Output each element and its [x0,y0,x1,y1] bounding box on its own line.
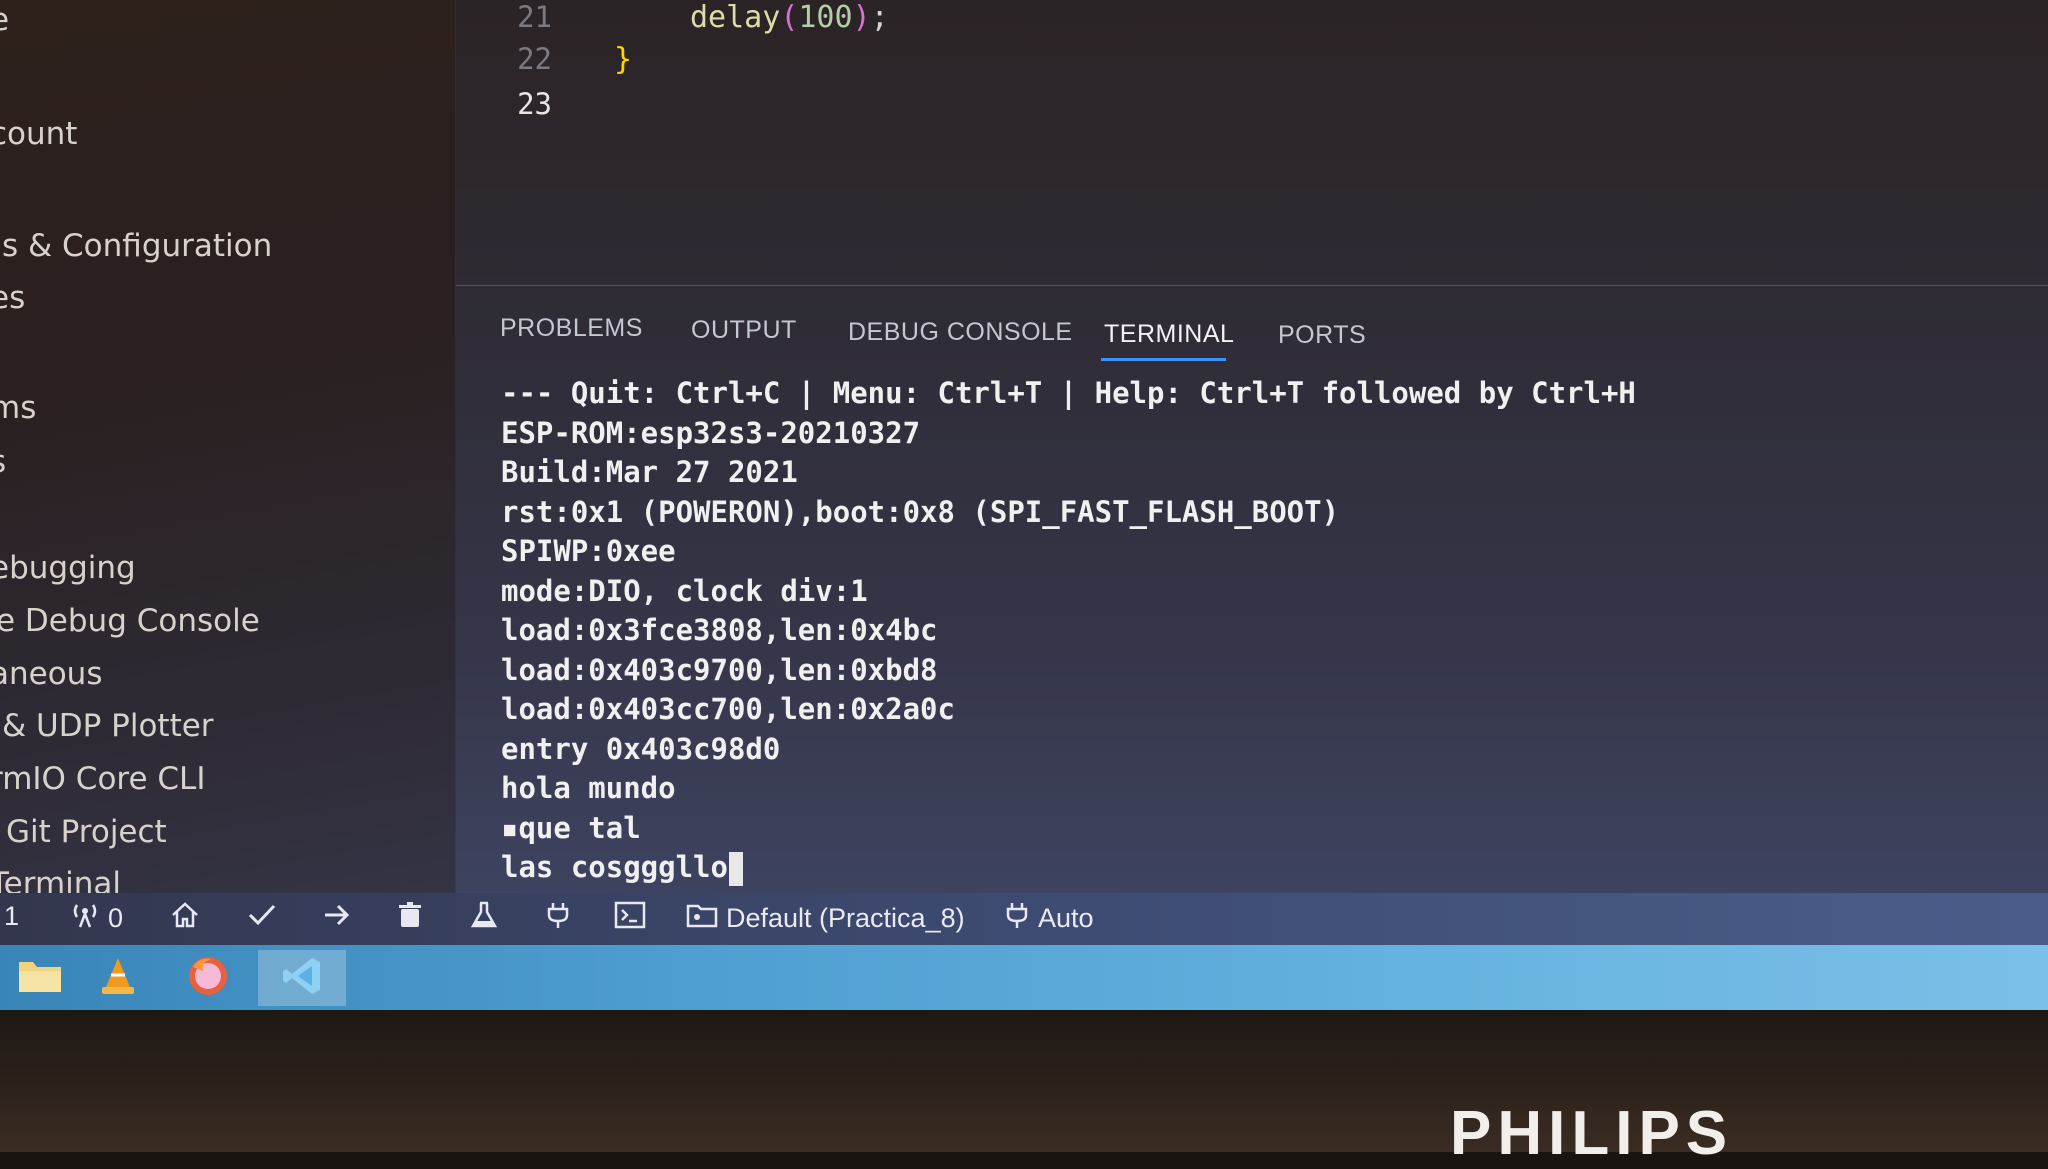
plug-icon [545,901,571,936]
errors-indicator[interactable]: 1 [4,901,19,932]
sidebar-item[interactable]: ms [0,390,36,426]
sidebar-item[interactable]: s & Configuration [2,228,272,264]
port-auto-switcher[interactable]: Auto [1004,901,1094,936]
code-token-function: delay [690,0,781,35]
taskbar-app-vlc[interactable] [78,950,158,1006]
antenna-icon [70,901,100,936]
sidebar-item[interactable]: rmIO Core CLI [0,761,205,797]
sidebar-item[interactable]: e [0,2,9,38]
trash-icon [396,901,424,936]
tab-ports[interactable]: PORTS [1278,321,1366,350]
code-line[interactable]: delay(100); [690,0,889,35]
terminal-line: load:0x3fce3808,len:0x4bc [501,613,938,647]
env-label: Default (Practica_8) [726,903,965,933]
ports-count: 0 [108,903,124,933]
terminal-line: mode:DIO, clock div:1 [501,573,868,608]
build-button[interactable] [247,901,277,936]
firefox-icon [185,953,231,1003]
ports-indicator[interactable]: 0 [70,901,123,936]
line-number: 22 [517,42,552,76]
vlc-icon [97,955,139,1001]
code-token-paren: ( [780,0,799,35]
check-icon [247,901,277,936]
test-button[interactable] [470,901,498,936]
tab-output[interactable]: OUTPUT [691,316,797,345]
tab-problems[interactable]: PROBLEMS [500,314,643,343]
flask-icon [470,901,498,936]
text-cursor [728,852,743,886]
tab-debug-console[interactable]: DEBUG CONSOLE [848,318,1073,347]
terminal-input-text: las cosgggllo [501,850,728,884]
taskbar [0,945,2048,1010]
terminal-line: load:0x403c9700,len:0xbd8 [501,652,938,687]
terminal-line: --- Quit: Ctrl+C | Menu: Ctrl+T | Help: … [501,376,1636,410]
bottom-panel: PROBLEMS OUTPUT DEBUG CONSOLE TERMINAL P… [456,285,2048,916]
sidebar-item[interactable]: e Debug Console [0,603,260,639]
taskbar-app-vscode[interactable] [258,950,346,1006]
active-tab-indicator [1101,358,1226,361]
clean-button[interactable] [396,901,424,936]
sidebar-item[interactable]: ebugging [0,550,136,586]
code-editor[interactable]: 21 22 23 delay(100); } [456,0,2048,285]
terminal-line: SPIWP:0xee [501,534,676,568]
sidebar-item[interactable]: s [0,444,6,480]
home-icon [170,901,200,936]
project-env-switcher[interactable]: Default (Practica_8) [686,901,965,936]
sidebar-item[interactable]: count [0,116,77,152]
home-button[interactable] [170,901,200,936]
errors-count: 1 [4,901,20,931]
sidebar-item[interactable]: Git Project [6,814,167,850]
upload-button[interactable] [322,901,352,936]
vscode-icon [280,954,324,1002]
terminal-input-line[interactable]: las cosgggllo [501,848,2008,888]
terminal-line: rst:0x1 (POWERON),boot:0x8 (SPI_FAST_FLA… [501,494,1340,529]
terminal-line: hola mundo [501,771,676,805]
status-bar: 1 0 Default (Practica_8) Auto [0,893,2048,945]
code-token-number: 100 [798,0,853,35]
screen: e count s & Configuration es ms s ebuggi… [0,0,2048,1010]
tab-terminal[interactable]: TERMINAL [1104,320,1234,349]
terminal-line: load:0x403cc700,len:0x2a0c [501,692,955,726]
terminal-line: Build:Mar 27 2021 [501,455,798,489]
line-number: 21 [517,0,552,34]
auto-label: Auto [1038,903,1094,933]
code-token-paren: ) [852,0,871,35]
sidebar-item[interactable]: aneous [0,656,102,692]
plug-icon [1004,901,1030,936]
arrow-right-icon [322,901,352,936]
terminal-icon [614,901,646,936]
serial-monitor-button[interactable] [545,901,571,936]
sidebar: e count s & Configuration es ms s ebuggi… [0,0,456,915]
monitor-brand-logo: PHILIPS [1450,1099,1734,1168]
terminal-output[interactable]: --- Quit: Ctrl+C | Menu: Ctrl+T | Help: … [501,374,2008,916]
folder-icon [686,901,718,936]
sidebar-item[interactable]: es [0,280,25,316]
code-line[interactable]: } [614,42,632,77]
sidebar-item[interactable]: & UDP Plotter [2,708,214,744]
taskbar-app-firefox[interactable] [168,950,248,1006]
line-number: 23 [517,87,552,121]
code-token-brace: } [614,42,633,77]
monitor-bezel [0,1010,2048,1152]
terminal-line: ▪que tal [501,810,641,845]
terminal-line: entry 0x403c98d0 [501,731,781,766]
taskbar-app-files[interactable] [0,950,80,1006]
new-terminal-button[interactable] [614,901,646,936]
file-manager-icon [17,958,63,998]
code-token-punctuation: ; [870,0,889,35]
terminal-line: ESP-ROM:esp32s3-20210327 [501,415,921,450]
